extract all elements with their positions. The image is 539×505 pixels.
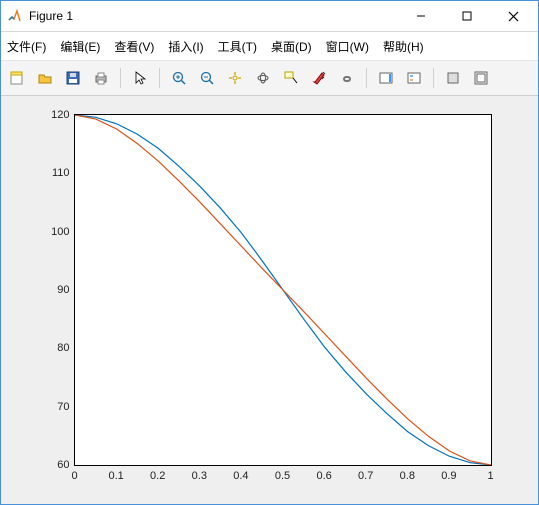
menu-tools[interactable]: 工具(T): [218, 38, 257, 55]
show-plot-tools-button[interactable]: [469, 66, 493, 90]
x-tick-label: 0.7: [358, 470, 373, 482]
window-buttons: [398, 1, 536, 31]
menu-view[interactable]: 查看(V): [114, 38, 154, 55]
y-tick-label: 90: [30, 284, 70, 296]
close-button[interactable]: [490, 1, 536, 31]
print-button[interactable]: [89, 66, 113, 90]
x-tick-label: 0.4: [233, 470, 248, 482]
x-tick-label: 0.5: [275, 470, 290, 482]
toolbar-separator: [433, 68, 434, 88]
axes-container: 60 70 80 90 100 110 120 0 0.1 0.2 0.3 0.4 0.5 0.6 0.7 0…: [30, 100, 510, 500]
plot-canvas: [75, 115, 491, 465]
minimize-button[interactable]: [398, 1, 444, 31]
x-tick-label: 0.9: [441, 470, 456, 482]
insert-legend-button[interactable]: [402, 66, 426, 90]
titlebar: Figure 1: [1, 1, 538, 32]
menu-window[interactable]: 窗口(W): [326, 38, 369, 55]
toolbar: [1, 61, 538, 96]
x-tick-label: 0.6: [316, 470, 331, 482]
window-title: Figure 1: [29, 9, 398, 23]
zoom-out-button[interactable]: [195, 66, 219, 90]
y-tick-label: 100: [30, 226, 70, 238]
new-figure-button[interactable]: [5, 66, 29, 90]
matlab-icon: [7, 8, 23, 24]
menu-help[interactable]: 帮助(H): [383, 38, 424, 55]
hide-plot-tools-button[interactable]: [441, 66, 465, 90]
menu-insert[interactable]: 插入(I): [168, 38, 203, 55]
toolbar-separator: [159, 68, 160, 88]
x-tick-label: 0: [71, 470, 77, 482]
x-tick-label: 0.2: [150, 470, 165, 482]
pointer-button[interactable]: [128, 66, 152, 90]
axes[interactable]: [74, 114, 492, 466]
rotate3d-button[interactable]: [251, 66, 275, 90]
y-tick-label: 70: [30, 401, 70, 413]
menubar: 文件(F) 编辑(E) 查看(V) 插入(I) 工具(T) 桌面(D) 窗口(W…: [1, 32, 538, 61]
brush-button[interactable]: [307, 66, 331, 90]
zoom-in-button[interactable]: [167, 66, 191, 90]
insert-colorbar-button[interactable]: [374, 66, 398, 90]
line-series-2: [75, 115, 491, 465]
toolbar-separator: [120, 68, 121, 88]
menu-edit[interactable]: 编辑(E): [60, 38, 100, 55]
open-button[interactable]: [33, 66, 57, 90]
x-tick-label: 0.1: [108, 470, 123, 482]
y-tick-label: 110: [30, 167, 70, 179]
x-tick-label: 0.3: [192, 470, 207, 482]
pan-button[interactable]: [223, 66, 247, 90]
x-tick-label: 1: [487, 470, 493, 482]
y-tick-label: 80: [30, 342, 70, 354]
menu-file[interactable]: 文件(F): [7, 38, 46, 55]
x-tick-label: 0.8: [400, 470, 415, 482]
maximize-button[interactable]: [444, 1, 490, 31]
y-tick-label: 60: [30, 459, 70, 471]
save-button[interactable]: [61, 66, 85, 90]
y-tick-label: 120: [30, 109, 70, 121]
datacursor-button[interactable]: [279, 66, 303, 90]
figure-area: 60 70 80 90 100 110 120 0 0.1 0.2 0.3 0.4 0.5 0.6 0.7 0…: [1, 96, 538, 504]
toolbar-separator: [366, 68, 367, 88]
link-button[interactable]: [335, 66, 359, 90]
figure-window: Figure 1 文件(F) 编辑(E) 查看(V) 插入(I) 工具(T) 桌…: [0, 0, 539, 505]
menu-desktop[interactable]: 桌面(D): [271, 38, 312, 55]
